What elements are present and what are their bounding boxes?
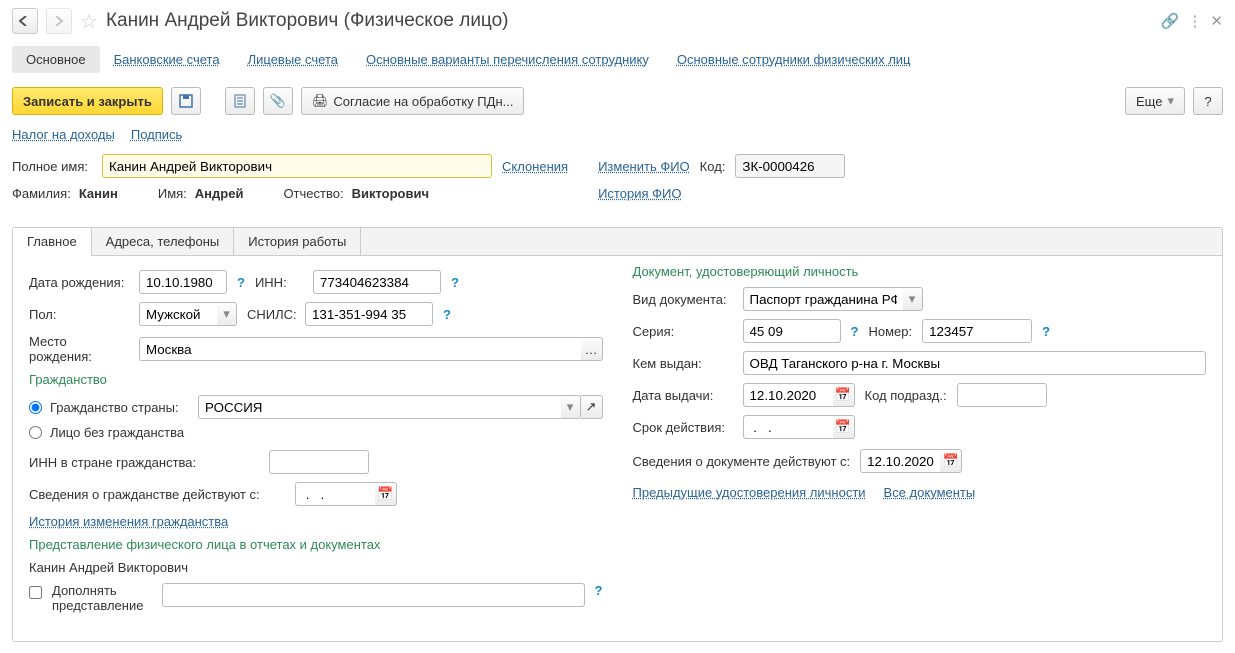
lbl-inn-country: ИНН в стране гражданства: <box>29 455 259 470</box>
input-docfrom[interactable] <box>860 449 940 473</box>
link-prev-docs[interactable]: Предыдущие удостоверения личности <box>633 485 866 500</box>
lbl-issued: Кем выдан: <box>633 356 733 371</box>
country-dropdown[interactable]: ▾ <box>561 395 581 419</box>
save-close-button[interactable]: Записать и закрыть <box>12 87 163 115</box>
title-representation: Представление физического лица в отчетах… <box>29 537 603 552</box>
input-addrepr[interactable] <box>162 583 585 607</box>
issue-date-cal[interactable]: 📅 <box>833 383 855 407</box>
help-num[interactable]: ? <box>1042 324 1050 339</box>
lbl-snils: СНИЛС: <box>247 307 295 322</box>
input-inn[interactable] <box>313 270 441 294</box>
help-snils[interactable]: ? <box>443 307 451 322</box>
help-button[interactable]: ? <box>1193 87 1223 115</box>
lbl-inn: ИНН: <box>255 275 303 290</box>
input-seria[interactable] <box>743 319 841 343</box>
navtab-personal[interactable]: Лицевые счета <box>234 46 352 73</box>
save-button[interactable] <box>171 87 201 115</box>
input-valid[interactable] <box>743 415 833 439</box>
lbl-seria: Серия: <box>633 324 733 339</box>
sex-dropdown[interactable]: ▾ <box>217 302 237 326</box>
window-title: Канин Андрей Викторович (Физическое лицо… <box>106 10 509 32</box>
docfrom-cal[interactable]: 📅 <box>940 449 962 473</box>
input-pob[interactable] <box>139 337 581 361</box>
lbl-num: Номер: <box>868 324 912 339</box>
lbl-dob: Дата рождения: <box>29 275 129 290</box>
input-issue-date[interactable] <box>743 383 833 407</box>
pob-select[interactable]: … <box>581 337 603 361</box>
val-representation: Канин Андрей Викторович <box>29 560 603 575</box>
country-open[interactable]: ↗ <box>581 395 603 419</box>
lbl-kod: Код: <box>700 159 726 174</box>
lbl-sex: Пол: <box>29 307 129 322</box>
input-inn-country[interactable] <box>269 450 369 474</box>
input-sex[interactable] <box>139 302 217 326</box>
lbl-otch: Отчество: <box>283 186 343 201</box>
input-citizen-from[interactable] <box>295 482 375 506</box>
link-changefio[interactable]: Изменить ФИО <box>598 159 690 174</box>
lbl-valid: Срок действия: <box>633 420 733 435</box>
link-histfio[interactable]: История ФИО <box>598 186 681 201</box>
radio-stateless[interactable] <box>29 426 42 439</box>
attach-button[interactable]: 📎 <box>263 87 293 115</box>
val-otch: Викторович <box>352 186 429 201</box>
navtab-transfer[interactable]: Основные варианты перечисления сотрудник… <box>352 46 663 73</box>
input-snils[interactable] <box>305 302 433 326</box>
val-name: Андрей <box>195 186 244 201</box>
checkbox-addrepr[interactable] <box>29 586 42 599</box>
lbl-fullname: Полное имя: <box>12 159 92 174</box>
link-icon[interactable]: 🔗 <box>1161 12 1180 30</box>
help-inn[interactable]: ? <box>451 275 459 290</box>
print-icon: 🖨 <box>312 93 329 109</box>
link-all-docs[interactable]: Все документы <box>884 485 976 500</box>
radio-country[interactable] <box>29 401 42 414</box>
link-tax[interactable]: Налог на доходы <box>12 127 115 142</box>
lbl-issue-date: Дата выдачи: <box>633 388 733 403</box>
doc-button[interactable] <box>225 87 255 115</box>
lbl-doctype: Вид документа: <box>633 292 733 307</box>
lbl-dept: Код подразд.: <box>865 388 947 403</box>
lbl-stateless: Лицо без гражданства <box>50 425 184 440</box>
citizen-from-cal[interactable]: 📅 <box>375 482 397 506</box>
navtab-bank[interactable]: Банковские счета <box>100 46 234 73</box>
consent-button[interactable]: 🖨Согласие на обработку ПДн... <box>301 87 525 115</box>
input-country[interactable] <box>198 395 561 419</box>
lbl-fam: Фамилия: <box>12 186 71 201</box>
tab-history[interactable]: История работы <box>234 228 361 255</box>
more-button[interactable]: Еще▾ <box>1125 87 1185 115</box>
nav-back-button[interactable] <box>12 8 38 34</box>
navtab-main[interactable]: Основное <box>12 46 100 73</box>
tab-main[interactable]: Главное <box>13 228 92 256</box>
close-icon[interactable]: ✕ <box>1210 12 1223 30</box>
link-citizen-history[interactable]: История изменения гражданства <box>29 514 228 529</box>
navtab-employees[interactable]: Основные сотрудники физических лиц <box>663 46 925 73</box>
input-dept[interactable] <box>957 383 1047 407</box>
link-sign[interactable]: Подпись <box>131 127 182 142</box>
valid-cal[interactable]: 📅 <box>833 415 855 439</box>
lbl-citizen-from: Сведения о гражданстве действуют с: <box>29 487 285 502</box>
title-doc: Документ, удостоверяющий личность <box>633 264 1207 279</box>
input-doctype[interactable] <box>743 287 903 311</box>
input-issued[interactable] <box>743 351 1207 375</box>
lbl-name: Имя: <box>158 186 187 201</box>
lbl-citizen-country: Гражданство страны: <box>50 400 190 415</box>
star-icon[interactable]: ☆ <box>80 9 98 34</box>
more-icon[interactable]: ⋮ <box>1187 12 1202 30</box>
title-citizenship: Гражданство <box>29 372 603 387</box>
doctype-dropdown[interactable]: ▾ <box>903 287 923 311</box>
input-kod[interactable] <box>735 154 845 178</box>
help-dob[interactable]: ? <box>237 275 245 290</box>
link-declensions[interactable]: Склонения <box>502 159 568 174</box>
lbl-docfrom: Сведения о документе действуют с: <box>633 454 851 469</box>
lbl-pob: Место рождения: <box>29 334 129 364</box>
tab-addresses[interactable]: Адреса, телефоны <box>92 228 235 255</box>
help-addrepr[interactable]: ? <box>595 583 603 598</box>
input-dob[interactable] <box>139 270 227 294</box>
input-num[interactable] <box>922 319 1032 343</box>
lbl-addrepr: Дополнять представление <box>52 583 152 613</box>
nav-forward-button[interactable] <box>46 8 72 34</box>
input-fullname[interactable] <box>102 154 492 178</box>
help-seria[interactable]: ? <box>851 324 859 339</box>
val-fam: Канин <box>79 186 118 201</box>
